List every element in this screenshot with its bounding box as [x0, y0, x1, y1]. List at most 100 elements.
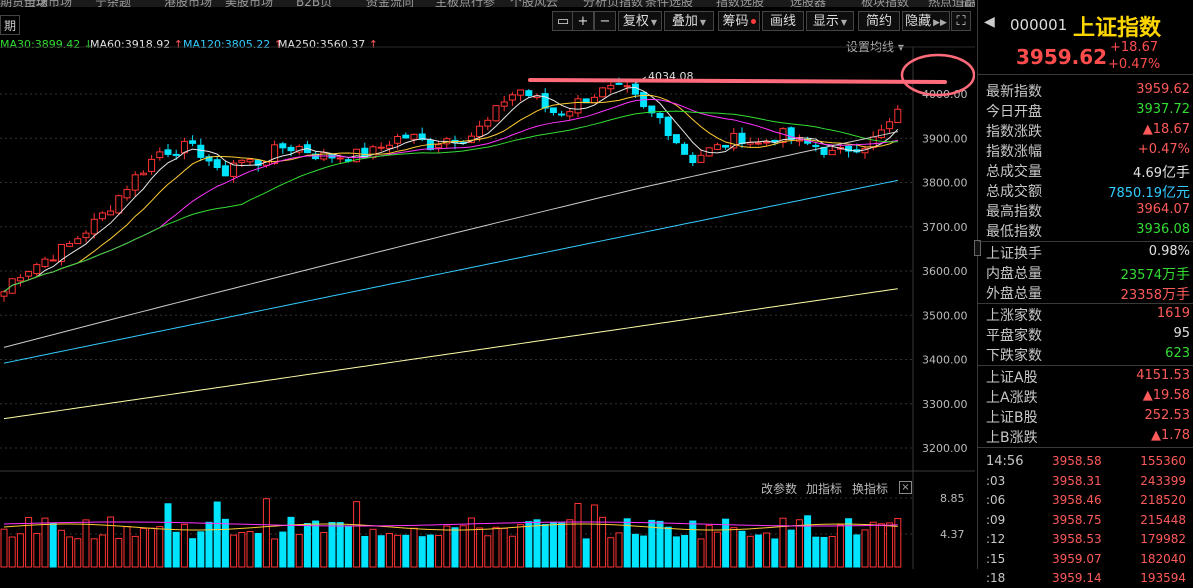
volume-bar	[517, 524, 525, 568]
quote-value-text: 95	[1173, 326, 1190, 341]
top-nav-item[interactable]: 主板点行参	[435, 0, 495, 7]
volume-bar	[57, 529, 65, 568]
volume-bar	[861, 529, 869, 568]
quote-value-text: 3936.08	[1136, 222, 1190, 237]
volume-bar	[476, 527, 484, 568]
volume-bar	[853, 534, 861, 568]
top-nav-item[interactable]: 资金流向	[366, 0, 414, 7]
volume-bar	[107, 516, 115, 568]
volume-ma-line	[3, 521, 898, 527]
candle-body	[164, 149, 172, 155]
top-nav-item[interactable]: 指数选股	[716, 0, 764, 7]
volume-bar	[713, 531, 721, 568]
candle-body	[377, 146, 385, 149]
tick-row: :09 3958.75 215448	[978, 511, 1193, 530]
index-code: 000001	[1010, 16, 1068, 34]
quote-value: 7850.19亿元	[1108, 182, 1190, 202]
top-nav-item[interactable]: 指数排行	[960, 0, 975, 7]
top-nav-item[interactable]: 宁杂题	[95, 0, 131, 7]
volume-bar	[172, 531, 180, 568]
volume-bar	[82, 519, 90, 568]
quote-row: 内盘总量 23574万手	[978, 262, 1193, 283]
caret-left-icon[interactable]: ◀	[984, 14, 995, 30]
top-nav-item[interactable]: 选股器	[790, 0, 826, 7]
quote-value-text: ▲1.78	[1151, 428, 1190, 443]
quote-row: 总成交量 4.69亿手	[978, 160, 1193, 181]
quote-label: 上证A股	[986, 370, 1038, 386]
top-nav-item[interactable]: 个股风云	[510, 0, 558, 7]
top-nav-item[interactable]: 全球市场	[24, 0, 72, 7]
quote-value: ▲18.67	[1143, 122, 1190, 137]
quote-label: 上涨家数	[986, 308, 1042, 324]
panel-divider	[978, 447, 1193, 448]
tick-volume: 179982	[1140, 532, 1186, 546]
quote-label: 最新指数	[986, 84, 1042, 100]
quote-value-text: +0.47%	[1137, 142, 1190, 157]
tick-volume: 155360	[1140, 454, 1186, 468]
quote-label: 外盘总量	[986, 286, 1042, 302]
quote-label: 总成交额	[986, 184, 1042, 200]
candle-body	[525, 90, 533, 97]
tick-time: 14:56	[986, 454, 1024, 469]
volume-bar	[640, 535, 648, 568]
volume-bar	[410, 527, 418, 568]
volume-bar	[344, 525, 352, 568]
volume-bar	[312, 520, 320, 568]
top-nav-item[interactable]: 港股市场	[164, 0, 212, 7]
volume-axis-label: 4.37	[940, 528, 965, 541]
candle-body	[877, 129, 885, 139]
volume-bar	[730, 527, 738, 568]
volume-bar	[213, 501, 221, 568]
volume-bar	[164, 503, 172, 568]
candle-body	[681, 143, 689, 155]
candle-body	[238, 159, 246, 163]
quote-label: 上证换手	[986, 246, 1042, 262]
volume-bar	[205, 521, 213, 568]
candle-body	[713, 144, 721, 150]
volume-bar	[328, 521, 336, 568]
candle-body	[0, 291, 8, 297]
volume-bar	[156, 526, 164, 568]
candle-body	[16, 277, 24, 282]
volume-bar	[615, 532, 623, 568]
quote-row: 平盘家数 95	[978, 324, 1193, 344]
candle-body	[82, 232, 90, 239]
quote-label: 上A涨跌	[986, 390, 1038, 406]
tick-time: :09	[986, 512, 1006, 527]
candle-body	[517, 89, 525, 96]
top-nav-item[interactable]: 美股市场	[225, 0, 273, 7]
candle-body	[74, 238, 82, 245]
quote-value-text: 23574	[1120, 268, 1162, 283]
candle-body	[664, 116, 672, 137]
tick-price: 3959.14	[1052, 571, 1102, 585]
volume-bar	[787, 529, 795, 568]
candle-body	[623, 85, 631, 88]
volume-bar	[74, 538, 82, 568]
volume-bar	[418, 536, 426, 568]
top-nav-item[interactable]: 条件选股	[645, 0, 693, 7]
volume-bar	[180, 523, 188, 568]
top-nav-item[interactable]: B2B页	[296, 0, 332, 7]
quote-value: 4151.53	[1136, 368, 1190, 383]
candle-body	[656, 112, 664, 119]
candle-body	[148, 158, 156, 172]
volume-bar	[508, 535, 516, 568]
quote-value: 623	[1165, 346, 1190, 361]
tick-volume: 215448	[1140, 512, 1186, 527]
volume-bar	[435, 534, 443, 568]
volume-bar	[689, 520, 697, 568]
quote-label: 最高指数	[986, 204, 1042, 220]
volume-bar	[353, 501, 361, 568]
candle-body	[49, 259, 57, 262]
top-nav-item[interactable]: 分析页指数	[583, 0, 643, 7]
volume-bar	[66, 536, 74, 568]
candle-body	[631, 83, 639, 95]
candle-body	[172, 153, 180, 156]
quote-row: 指数涨幅 +0.47%	[978, 140, 1193, 160]
volume-bar	[246, 530, 254, 568]
volume-bar	[262, 498, 270, 568]
top-nav-item[interactable]: 板块指数	[861, 0, 909, 7]
volume-bar	[533, 519, 541, 568]
candlestick-chart[interactable]: 4000.003900.003800.003700.003600.003500.…	[0, 7, 975, 569]
quote-value: ▲1.78	[1151, 428, 1190, 443]
